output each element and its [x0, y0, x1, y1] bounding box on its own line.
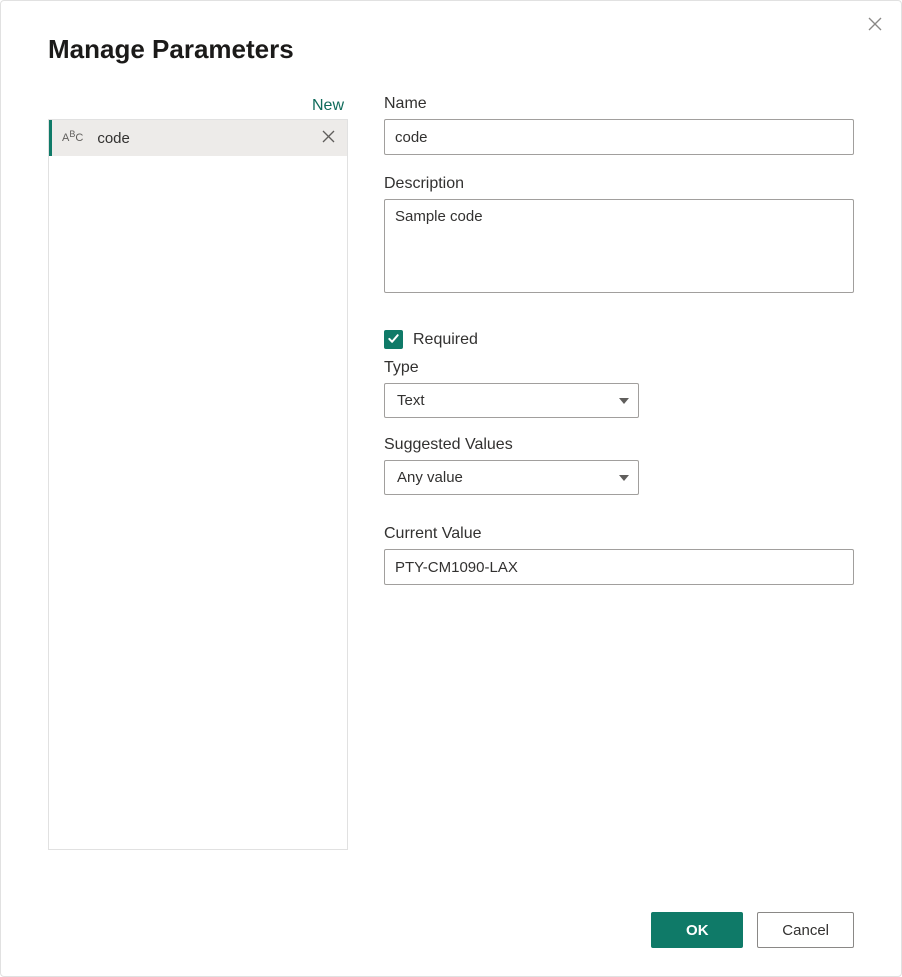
suggested-values-field: Suggested Values Any value [384, 436, 854, 495]
required-label: Required [413, 331, 478, 349]
check-icon [387, 332, 400, 348]
required-checkbox[interactable] [384, 330, 403, 349]
current-value-field: Current Value [384, 525, 854, 585]
parameter-item-label: code [97, 130, 318, 147]
remove-icon [322, 130, 335, 146]
description-label: Description [384, 175, 854, 193]
type-select-value: Text [397, 392, 425, 409]
close-icon [867, 16, 883, 35]
new-parameter-link[interactable]: New [48, 95, 348, 119]
current-value-label: Current Value [384, 525, 854, 543]
description-field: Description Sample code [384, 175, 854, 296]
cancel-button[interactable]: Cancel [757, 912, 854, 948]
type-field: Type Text [384, 359, 854, 418]
dialog-footer: OK Cancel [651, 912, 854, 948]
close-button[interactable] [863, 13, 887, 37]
parameter-form: Name Description Sample code Required Ty… [384, 95, 854, 850]
type-label: Type [384, 359, 854, 377]
ok-button[interactable]: OK [651, 912, 743, 948]
name-input[interactable] [384, 119, 854, 155]
parameter-list-panel: New ABC code [48, 95, 348, 850]
remove-parameter-button[interactable] [318, 126, 339, 150]
name-label: Name [384, 95, 854, 113]
content-area: New ABC code Name Des [1, 65, 901, 850]
suggested-values-label: Suggested Values [384, 436, 854, 454]
required-field: Required [384, 330, 854, 349]
parameter-list: ABC code [48, 119, 348, 850]
name-field: Name [384, 95, 854, 155]
type-select[interactable]: Text [384, 383, 639, 418]
suggested-values-select-value: Any value [397, 469, 463, 486]
description-input[interactable]: Sample code [384, 199, 854, 293]
current-value-input[interactable] [384, 549, 854, 585]
parameter-item-code[interactable]: ABC code [49, 120, 347, 156]
dialog-title: Manage Parameters [1, 1, 901, 65]
text-type-icon: ABC [62, 132, 83, 144]
suggested-values-select[interactable]: Any value [384, 460, 639, 495]
